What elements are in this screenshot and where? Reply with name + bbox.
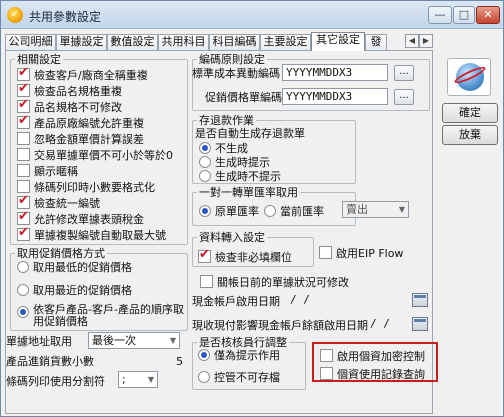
tab-account-coding[interactable]: 科目編碼 <box>209 34 260 50</box>
privacy-usage-log[interactable]: 個資使用記錄查詢 <box>320 367 425 381</box>
checkbox[interactable] <box>17 210 30 225</box>
tab-invoice[interactable]: 發 <box>365 34 387 50</box>
title-bar[interactable]: ✓ 共用參數設定 — □ ✕ <box>1 1 503 29</box>
prompt-only-radio[interactable]: 僅為提示作用 <box>198 349 280 362</box>
tab-scroll-left-icon[interactable]: ◀ <box>405 34 419 48</box>
dropdown-arrow-icon: ▼ <box>169 336 176 345</box>
allow-factory-code-duplicate[interactable]: 產品原廠編號允許重複 <box>17 114 144 130</box>
close-account-editable[interactable]: 關帳日前的單據狀況可修改 <box>200 275 349 289</box>
cost-coding-label: 標準成本異動編碼 <box>192 67 280 80</box>
app-icon: ✓ <box>7 7 23 23</box>
checkbox[interactable] <box>319 246 332 259</box>
barcode-format-decimals[interactable]: 條碼列印時小數要格式化 <box>17 180 155 194</box>
minimize-button[interactable]: — <box>428 6 452 24</box>
settings-window: ✓ 共用參數設定 — □ ✕ 公司明細 單據設定 數值設定 共用科目 科目編碼 … <box>0 0 504 417</box>
block-save-radio[interactable]: 控管不可存檔 <box>198 371 280 384</box>
promo-price-legend: 取用促銷價格方式 <box>17 247 105 260</box>
exchange-rate-legend: 一對一轉單匯率取用 <box>199 186 298 199</box>
check-spec-duplicate[interactable]: 檢查品名規格重複 <box>17 82 122 98</box>
calendar-icon[interactable] <box>412 293 428 307</box>
checkbox[interactable] <box>17 132 30 145</box>
allow-edit-header-tax[interactable]: 允許修改單據表頭稅金 <box>17 210 144 226</box>
delimiter-label: 條碼列印使用分割符 <box>6 375 105 388</box>
other-settings-panel: 相關設定 檢查客戶/廠商全稱重複 檢查品名規格重複 品名規格不可修改 產品原廠編… <box>5 50 438 414</box>
approval-legend: 是否核核員行調整 <box>199 336 287 349</box>
balance-date-label: 現收現付影響現金帳戶餘額啟用日期 <box>192 319 368 332</box>
promo-coding-browse-button[interactable]: ... <box>394 89 414 105</box>
price-not-below-zero[interactable]: 交易單據單價不可小於等於0 <box>17 148 173 162</box>
checkbox[interactable] <box>17 98 30 113</box>
dropdown-arrow-icon: ▼ <box>147 375 154 384</box>
promo-lowest-radio[interactable]: 取用最低的促銷價格 <box>17 261 132 274</box>
check-full-name-duplicate[interactable]: 檢查客戶/廠商全稱重複 <box>17 66 148 82</box>
inventory-legend: 存退款作業 <box>199 114 254 127</box>
address-label: 單據地址取用 <box>6 335 72 348</box>
rate-type-select[interactable]: 賣出 ▼ <box>342 201 409 218</box>
current-rate-radio[interactable]: 當前匯率 <box>264 205 324 218</box>
show-nickname[interactable]: 顯示暱稱 <box>17 164 78 178</box>
checkbox[interactable] <box>320 367 333 380</box>
cost-coding-browse-button[interactable]: ... <box>394 65 414 81</box>
spec-not-editable[interactable]: 品名規格不可修改 <box>17 98 122 114</box>
balance-date-input[interactable]: / / <box>366 315 408 332</box>
generate-prompt-radio[interactable]: 生成時提示 <box>199 156 270 169</box>
tab-scroll-right-icon[interactable]: ▶ <box>419 34 433 48</box>
inventory-question: 是否自動生成存退款單 <box>195 127 305 140</box>
decimal-label: 產品進銷貨數小數 <box>6 355 94 368</box>
promo-latest-radio[interactable]: 取用最近的促銷價格 <box>17 284 132 297</box>
enable-privacy-encryption[interactable]: 啟用個資加密控制 <box>320 349 425 363</box>
address-select[interactable]: 最後一次 ▼ <box>88 332 180 349</box>
checkbox[interactable] <box>17 66 30 81</box>
checkbox[interactable] <box>17 148 30 161</box>
dropdown-arrow-icon: ▼ <box>398 205 405 214</box>
import-legend: 資料轉入設定 <box>199 231 265 244</box>
checkbox[interactable] <box>17 226 30 241</box>
tab-strip: 公司明細 單據設定 數值設定 共用科目 科目編碼 主要設定 其它設定 發 <box>5 32 433 51</box>
globe-icon <box>447 58 491 96</box>
check-tax-id[interactable]: 檢查統一編號 <box>17 194 100 210</box>
checkbox[interactable] <box>198 248 211 263</box>
checkbox[interactable] <box>320 349 333 362</box>
close-button[interactable]: ✕ <box>476 6 500 24</box>
delimiter-select[interactable]: ; ▼ <box>118 371 158 388</box>
promo-coding-label: 促銷價格單編碼 <box>205 91 282 104</box>
checkbox[interactable] <box>17 114 30 129</box>
checkbox[interactable] <box>17 180 30 193</box>
tab-numeric-settings[interactable]: 數值設定 <box>107 34 158 50</box>
cash-account-date-label: 現金帳戶啟用日期 <box>192 295 280 308</box>
no-generate-radio[interactable]: 不生成 <box>199 142 248 155</box>
tab-shared-accounts[interactable]: 共用科目 <box>158 34 209 50</box>
window-title: 共用參數設定 <box>29 10 102 24</box>
enable-eip-flow[interactable]: 啟用EIP Flow <box>319 246 403 260</box>
cancel-button[interactable]: 放棄 <box>442 125 498 145</box>
checkbox[interactable] <box>17 82 30 97</box>
original-rate-radio[interactable]: 原單匯率 <box>199 205 259 218</box>
generate-no-prompt-radio[interactable]: 生成時不提示 <box>199 170 281 183</box>
tab-company-details[interactable]: 公司明細 <box>5 34 56 50</box>
copy-doc-max-number[interactable]: 單據複製編號自動取最大號 <box>17 226 166 242</box>
ignore-amount-error[interactable]: 忽略金額單價計算誤差 <box>17 132 144 146</box>
cost-coding-input[interactable]: YYYYMMDDX3 <box>282 64 388 81</box>
cash-account-date-input[interactable]: / / <box>286 291 406 308</box>
check-optional-fields[interactable]: 檢查非必填欄位 <box>198 248 292 264</box>
tab-other-settings[interactable]: 其它設定 <box>311 32 365 51</box>
maximize-button[interactable]: □ <box>453 6 475 24</box>
tab-main-settings[interactable]: 主要設定 <box>260 34 311 50</box>
checkbox[interactable] <box>17 194 30 209</box>
calendar-icon[interactable] <box>412 317 428 331</box>
promo-customer-product-radio[interactable]: 依客戶產品-客戶-產品的順序取用促銷價格 <box>17 304 185 328</box>
decimal-value[interactable]: 5 <box>176 355 183 368</box>
ok-button[interactable]: 確定 <box>442 103 498 123</box>
promo-coding-input[interactable]: YYYYMMDDX3 <box>282 88 388 105</box>
checkbox[interactable] <box>17 164 30 177</box>
checkbox[interactable] <box>200 275 213 288</box>
tab-document-settings[interactable]: 單據設定 <box>56 34 107 50</box>
encoding-legend: 編碼原則設定 <box>199 53 265 66</box>
